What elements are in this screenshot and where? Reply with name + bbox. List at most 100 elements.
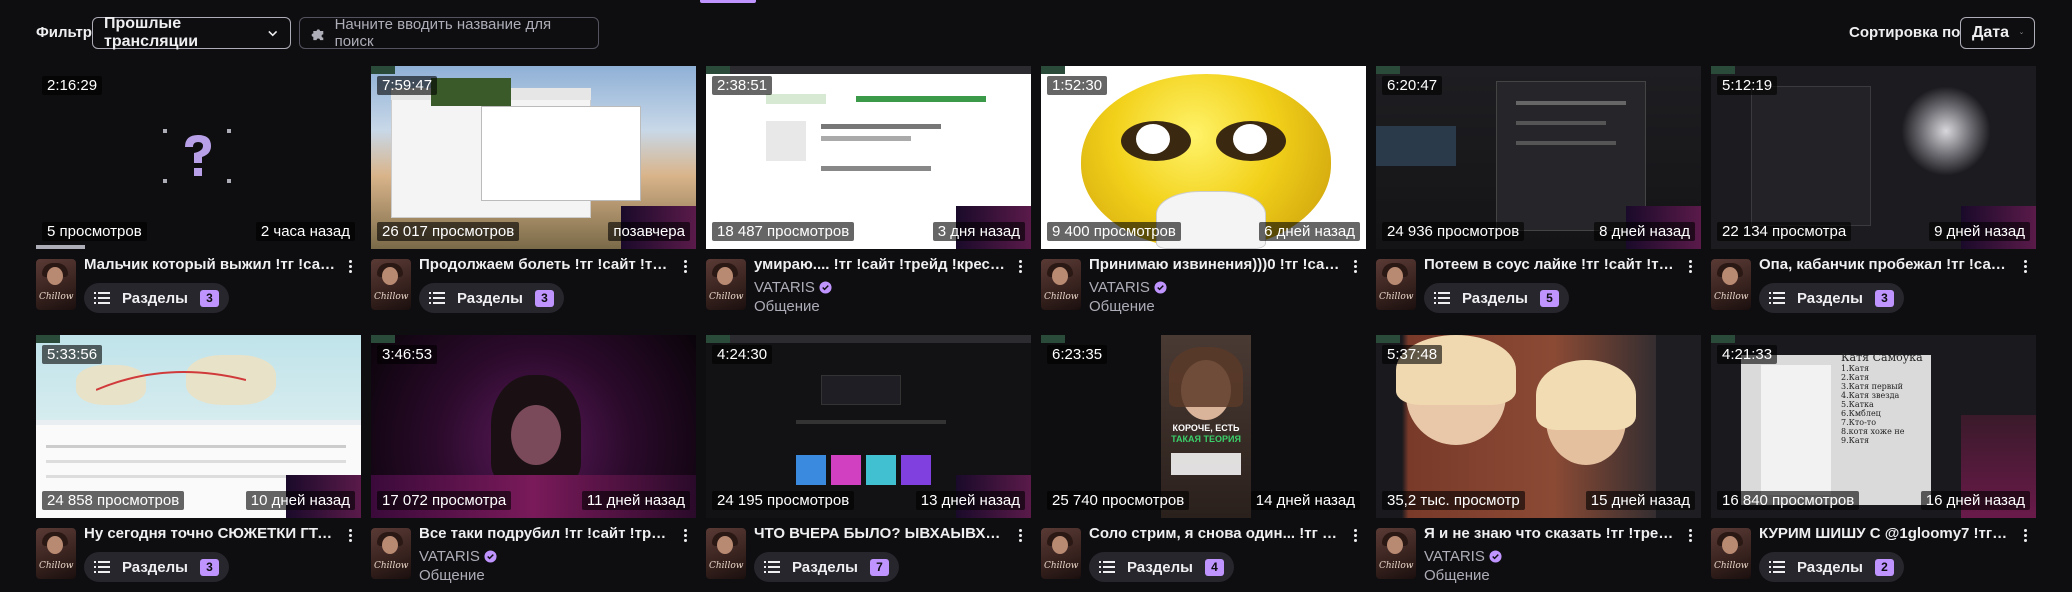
sections-button[interactable]: Разделы 3 xyxy=(419,283,564,313)
video-thumbnail[interactable]: 4:24:30 24 195 просмотров 13 дней назад xyxy=(706,335,1031,518)
video-views: 24 858 просмотров xyxy=(42,491,185,510)
filter-label: Фильтр xyxy=(36,24,92,41)
video-title[interactable]: Ну сегодня точно СЮЖЕТКИ ГТА !тг !сайт !… xyxy=(84,525,336,542)
video-thumbnail[interactable]: 2:38:51 18 487 просмотров 3 дня назад xyxy=(706,66,1031,249)
video-card[interactable]: Катя Самбука 1.Катя 2.Катя 3.Катя первый… xyxy=(1711,335,2036,585)
video-thumbnail[interactable]: 5:12:19 22 134 просмотра 9 дней назад xyxy=(1711,66,2036,249)
list-icon xyxy=(1099,561,1115,573)
chevron-down-icon xyxy=(2020,32,2023,35)
channel-avatar[interactable]: Chillow xyxy=(371,528,411,579)
video-thumbnail[interactable]: 5:33:56 24 858 просмотров 10 дней назад xyxy=(36,335,361,518)
more-options-icon[interactable] xyxy=(2018,525,2032,545)
video-category[interactable]: Общение xyxy=(1089,298,1155,315)
video-title[interactable]: Потеем в соус лайке !тг !сайт !трейд !кр… xyxy=(1424,256,1676,273)
video-views: 24 936 просмотров xyxy=(1382,222,1525,241)
video-card[interactable]: 5:12:19 22 134 просмотра 9 дней назад Ch… xyxy=(1711,66,2036,316)
channel-avatar[interactable]: Chillow xyxy=(36,259,76,310)
video-category[interactable]: Общение xyxy=(419,567,485,584)
video-card[interactable]: 5:37:48 35,2 тыс. просмотр 15 дней назад… xyxy=(1376,335,1701,585)
video-category[interactable]: Общение xyxy=(1424,567,1490,584)
sections-count: 5 xyxy=(1540,289,1559,307)
sections-button[interactable]: Разделы 3 xyxy=(1759,283,1904,313)
video-thumbnail[interactable]: 2:16:29 5 просмотров 2 часа назад xyxy=(36,66,361,249)
channel-avatar[interactable]: Chillow xyxy=(706,259,746,310)
video-category[interactable]: Общение xyxy=(754,298,820,315)
video-thumbnail[interactable]: 5:37:48 35,2 тыс. просмотр 15 дней назад xyxy=(1376,335,1701,518)
video-title[interactable]: Я и не знаю что сказать !тг !трейд !крес… xyxy=(1424,525,1676,542)
list-icon xyxy=(1769,292,1785,304)
more-options-icon[interactable] xyxy=(1013,525,1027,545)
video-thumbnail[interactable]: Катя Самбука 1.Катя 2.Катя 3.Катя первый… xyxy=(1711,335,2036,518)
more-options-icon[interactable] xyxy=(678,256,692,276)
sections-button[interactable]: Разделы 3 xyxy=(84,552,229,582)
more-options-icon[interactable] xyxy=(1683,525,1697,545)
video-card[interactable]: 2:38:51 18 487 просмотров 3 дня назад Ch… xyxy=(706,66,1031,316)
video-title[interactable]: Все таки подрубил !тг !сайт !трейд !крес… xyxy=(419,525,671,542)
sections-button[interactable]: Разделы 5 xyxy=(1424,283,1569,313)
video-thumbnail[interactable]: КОРОЧЕ, ЕСТЬ ТАКАЯ ТЕОРИЯ 6:23:35 25 740… xyxy=(1041,335,1366,518)
more-options-icon[interactable] xyxy=(343,525,357,545)
video-card[interactable]: 2:16:29 5 просмотров 2 часа назад Chillo… xyxy=(36,66,361,316)
channel-avatar[interactable]: Chillow xyxy=(1711,259,1751,310)
video-title[interactable]: ЧТО ВЧЕРА БЫЛО? ЫВХАЫВХАХЫВАЫВ !тг !сайт xyxy=(754,525,1006,542)
video-thumbnail[interactable]: 7:59:47 26 017 просмотров позавчера xyxy=(371,66,696,249)
sections-button[interactable]: Разделы 7 xyxy=(754,552,899,582)
channel-avatar[interactable]: Chillow xyxy=(1376,528,1416,579)
sort-dropdown[interactable]: Дата xyxy=(1960,17,2035,49)
video-title[interactable]: Продолжаем болеть !тг !сайт !трейд !крес… xyxy=(419,256,671,273)
filter-toolbar: Фильтр Прошлые трансляции Начните вводит… xyxy=(0,0,2072,68)
sections-button[interactable]: Разделы 3 xyxy=(84,283,229,313)
more-options-icon[interactable] xyxy=(343,256,357,276)
video-card[interactable]: 1:52:30 9 400 просмотров 6 дней назад Ch… xyxy=(1041,66,1366,316)
video-title[interactable]: Соло стрим, я снова один... !тг !трейд !… xyxy=(1089,525,1341,542)
search-input[interactable]: Начните вводить название для поиск xyxy=(299,16,599,50)
streamer-name[interactable]: VATARIS xyxy=(1089,279,1167,296)
video-thumbnail[interactable]: 6:20:47 24 936 просмотров 8 дней назад xyxy=(1376,66,1701,249)
video-title[interactable]: Принимаю извинения)))0 !тг !сайт !трейд … xyxy=(1089,256,1341,273)
sections-label: Разделы xyxy=(1797,289,1863,307)
sort-label: Сортировка по xyxy=(1849,24,1961,41)
video-card[interactable]: 4:24:30 24 195 просмотров 13 дней назад … xyxy=(706,335,1031,585)
video-title[interactable]: Опа, кабанчик пробежал !тг !сайт !трейд … xyxy=(1759,256,2011,273)
channel-avatar[interactable]: Chillow xyxy=(1041,528,1081,579)
video-title[interactable]: Мальчик который выжил !тг !сайт !трейд !… xyxy=(84,256,336,273)
missing-thumbnail-icon xyxy=(163,129,231,183)
search-placeholder: Начните вводить название для поиск xyxy=(334,16,552,50)
filter-dropdown[interactable]: Прошлые трансляции xyxy=(92,15,291,50)
video-duration: 3:46:53 xyxy=(377,345,438,364)
list-icon xyxy=(764,561,780,573)
streamer-name[interactable]: VATARIS xyxy=(1424,548,1502,565)
sections-button[interactable]: Разделы 4 xyxy=(1089,552,1234,582)
channel-avatar[interactable]: Chillow xyxy=(706,528,746,579)
more-options-icon[interactable] xyxy=(678,525,692,545)
caption-line: 1.Катя xyxy=(1841,364,1870,373)
streamer-name[interactable]: VATARIS xyxy=(419,548,497,565)
list-icon xyxy=(429,292,445,304)
more-options-icon[interactable] xyxy=(1013,256,1027,276)
streamer-name[interactable]: VATARIS xyxy=(754,279,832,296)
caption-line: 5.Катка xyxy=(1841,400,1874,409)
more-options-icon[interactable] xyxy=(1683,256,1697,276)
more-options-icon[interactable] xyxy=(1348,525,1362,545)
video-thumbnail[interactable]: 1:52:30 9 400 просмотров 6 дней назад xyxy=(1041,66,1366,249)
video-card[interactable]: 7:59:47 26 017 просмотров позавчера Chil… xyxy=(371,66,696,316)
video-title[interactable]: умираю.... !тг !сайт !трейд !кресло xyxy=(754,256,1006,273)
channel-avatar[interactable]: Chillow xyxy=(1041,259,1081,310)
caption-line: 7.Кто-то xyxy=(1841,418,1877,427)
video-card[interactable]: КОРОЧЕ, ЕСТЬ ТАКАЯ ТЕОРИЯ 6:23:35 25 740… xyxy=(1041,335,1366,585)
sections-label: Разделы xyxy=(792,558,858,576)
more-options-icon[interactable] xyxy=(1348,256,1362,276)
video-card[interactable]: 5:33:56 24 858 просмотров 10 дней назад … xyxy=(36,335,361,585)
channel-avatar[interactable]: Chillow xyxy=(371,259,411,310)
channel-avatar[interactable]: Chillow xyxy=(1376,259,1416,310)
video-title[interactable]: КУРИМ ШИШУ С @1gloomy7 !тг !трейд !кресл… xyxy=(1759,525,2011,542)
sections-label: Разделы xyxy=(122,558,188,576)
video-card[interactable]: 6:20:47 24 936 просмотров 8 дней назад C… xyxy=(1376,66,1701,316)
video-card[interactable]: 3:46:53 17 072 просмотра 11 дней назад C… xyxy=(371,335,696,585)
channel-avatar[interactable]: Chillow xyxy=(1711,528,1751,579)
sections-button[interactable]: Разделы 2 xyxy=(1759,552,1904,582)
video-thumbnail[interactable]: 3:46:53 17 072 просмотра 11 дней назад xyxy=(371,335,696,518)
thumbnail-caption: КОРОЧЕ, ЕСТЬ ТАКАЯ ТЕОРИЯ xyxy=(1159,423,1253,445)
more-options-icon[interactable] xyxy=(2018,256,2032,276)
channel-avatar[interactable]: Chillow xyxy=(36,528,76,579)
